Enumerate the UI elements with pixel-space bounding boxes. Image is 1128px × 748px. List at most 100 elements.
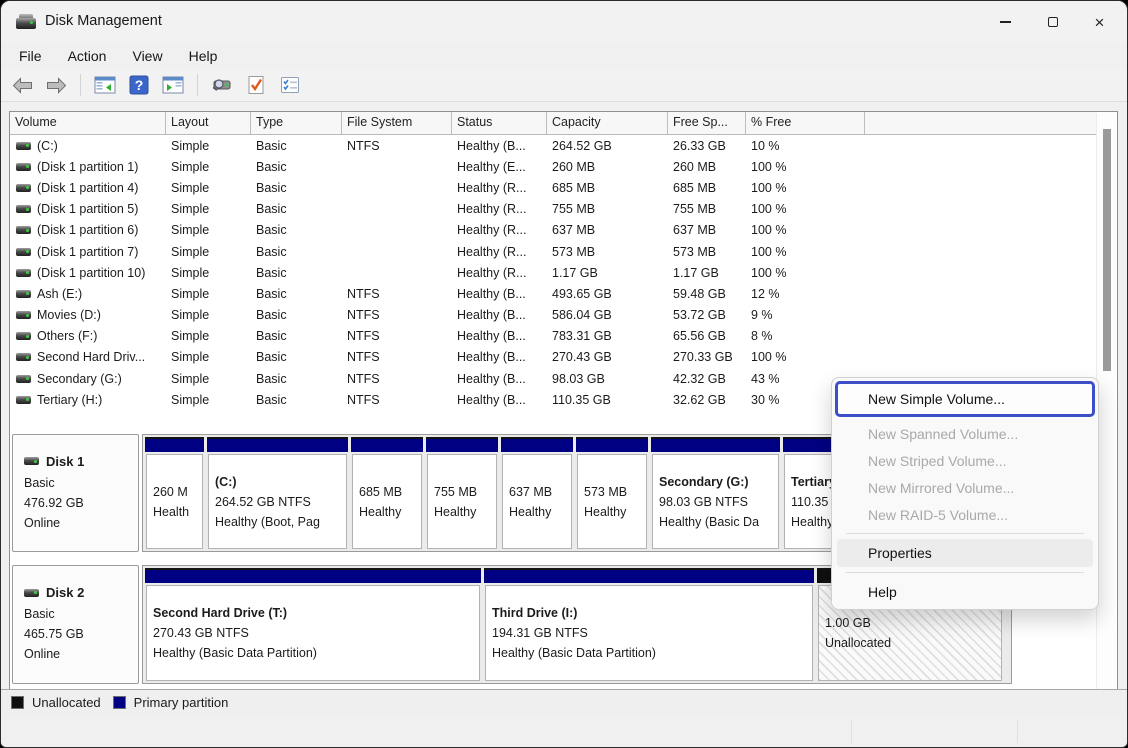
- context-menu-separator: [846, 533, 1084, 534]
- disk-size: 465.75 GB: [24, 624, 138, 644]
- cell-status: Healthy (B...: [452, 329, 547, 343]
- volume-icon: [16, 290, 31, 298]
- table-row[interactable]: (C:)SimpleBasicNTFSHealthy (B...264.52 G…: [10, 135, 1096, 156]
- table-row[interactable]: Others (F:)SimpleBasicNTFSHealthy (B...7…: [10, 326, 1096, 347]
- cell-capacity: 685 MB: [547, 181, 668, 195]
- partition-260-m[interactable]: 260 MHealth: [145, 437, 204, 549]
- status-bar: [1, 715, 1127, 748]
- partition-third-drive-i[interactable]: Third Drive (I:)194.31 GB NTFSHealthy (B…: [484, 568, 814, 681]
- partition-text-line: Healthy (Basic Data Partition): [153, 643, 473, 663]
- task-list-button[interactable]: [277, 72, 303, 98]
- cell-type: Basic: [251, 160, 342, 174]
- table-row[interactable]: (Disk 1 partition 10)SimpleBasicHealthy …: [10, 262, 1096, 283]
- table-row[interactable]: (Disk 1 partition 5)SimpleBasicHealthy (…: [10, 199, 1096, 220]
- task-list-icon: [280, 76, 300, 94]
- column-header-file-system[interactable]: File System: [342, 112, 452, 134]
- help-icon: ?: [129, 75, 149, 95]
- minimize-button[interactable]: [982, 1, 1029, 43]
- partition-text-line: Healthy: [359, 502, 415, 522]
- volume-label: Second Hard Driv...: [37, 350, 145, 364]
- cell-volume: Second Hard Driv...: [10, 350, 166, 364]
- partition-color-band: [576, 437, 648, 452]
- help-button[interactable]: ?: [126, 72, 152, 98]
- partition-body: (C:)264.52 GB NTFSHealthy (Boot, Pag: [208, 454, 347, 549]
- cell-type: Basic: [251, 223, 342, 237]
- volume-label: Others (F:): [37, 329, 97, 343]
- menu-action[interactable]: Action: [58, 46, 117, 66]
- disk-icon: [24, 589, 39, 597]
- column-header-status[interactable]: Status: [452, 112, 547, 134]
- maximize-icon: [1048, 17, 1058, 27]
- menu-help[interactable]: Help: [179, 46, 228, 66]
- column-header-free[interactable]: % Free: [746, 112, 865, 134]
- menu-view[interactable]: View: [122, 46, 172, 66]
- refresh-disk-button[interactable]: [209, 72, 235, 98]
- partition-secondary-g[interactable]: Secondary (G:)98.03 GB NTFSHealthy (Basi…: [651, 437, 780, 549]
- column-header-volume[interactable]: Volume: [10, 112, 166, 134]
- cell-type: Basic: [251, 181, 342, 195]
- disk-info-disk-2[interactable]: Disk 2Basic465.75 GBOnline: [12, 565, 139, 684]
- partition-text-line: 260 M: [153, 482, 196, 502]
- cell-free_space: 1.17 GB: [668, 266, 746, 280]
- cell-capacity: 264.52 GB: [547, 139, 668, 153]
- volume-label: (Disk 1 partition 10): [37, 266, 145, 280]
- table-row[interactable]: Second Hard Driv...SimpleBasicNTFSHealth…: [10, 347, 1096, 368]
- maximize-button[interactable]: [1029, 1, 1076, 43]
- close-button[interactable]: ×: [1076, 1, 1123, 43]
- table-row[interactable]: Ash (E:)SimpleBasicNTFSHealthy (B...493.…: [10, 283, 1096, 304]
- column-header-type[interactable]: Type: [251, 112, 342, 134]
- scrollbar-thumb[interactable]: [1103, 129, 1111, 371]
- disk-management-window: Disk Management × FileActionViewHelp ?: [0, 0, 1128, 748]
- vertical-scrollbar[interactable]: [1096, 113, 1116, 689]
- table-row[interactable]: Movies (D:)SimpleBasicNTFSHealthy (B...5…: [10, 305, 1096, 326]
- partition-755-mb[interactable]: 755 MBHealthy: [426, 437, 498, 549]
- table-row[interactable]: (Disk 1 partition 4)SimpleBasicHealthy (…: [10, 177, 1096, 198]
- menu-bar: File ActionView Help: [9, 43, 227, 69]
- partition-second-hard-drive-t[interactable]: Second Hard Drive (T:)270.43 GB NTFSHeal…: [145, 568, 481, 681]
- table-row[interactable]: (Disk 1 partition 1)SimpleBasicHealthy (…: [10, 156, 1096, 177]
- check-document-button[interactable]: [243, 72, 269, 98]
- volume-icon: [16, 205, 31, 213]
- partition-body: Secondary (G:)98.03 GB NTFSHealthy (Basi…: [652, 454, 779, 549]
- legend-bar: UnallocatedPrimary partition: [1, 689, 1127, 715]
- menu-item-new-simple-volume[interactable]: New Simple Volume...: [835, 381, 1095, 417]
- table-row[interactable]: (Disk 1 partition 6)SimpleBasicHealthy (…: [10, 220, 1096, 241]
- cell-volume: (Disk 1 partition 6): [10, 223, 166, 237]
- column-header-layout[interactable]: Layout: [166, 112, 251, 134]
- show-action-pane-button[interactable]: [160, 72, 186, 98]
- partition-text-line: Healthy (Basic Data Partition): [492, 643, 806, 663]
- partition-color-band: [351, 437, 423, 452]
- close-icon: ×: [1095, 14, 1105, 31]
- disk-info-disk-1[interactable]: Disk 1Basic476.92 GBOnline: [12, 434, 139, 552]
- partition-685-mb[interactable]: 685 MBHealthy: [351, 437, 423, 549]
- partition-color-band: [207, 437, 348, 452]
- cell-status: Healthy (R...: [452, 181, 547, 195]
- partition-text-line: 194.31 GB NTFS: [492, 623, 806, 643]
- partition-body: 260 MHealth: [146, 454, 203, 549]
- menu-item-properties[interactable]: Properties: [837, 539, 1093, 567]
- partition-573-mb[interactable]: 573 MBHealthy: [576, 437, 648, 549]
- menu-item-help[interactable]: Help: [835, 578, 1095, 606]
- column-header-capacity[interactable]: Capacity: [547, 112, 668, 134]
- column-header-free-sp[interactable]: Free Sp...: [668, 112, 746, 134]
- table-row[interactable]: (Disk 1 partition 7)SimpleBasicHealthy (…: [10, 241, 1096, 262]
- forward-icon: [46, 77, 67, 94]
- partition-body: 755 MBHealthy: [427, 454, 497, 549]
- cell-capacity: 110.35 GB: [547, 393, 668, 407]
- menu-file[interactable]: File: [9, 46, 52, 66]
- partition-body: Second Hard Drive (T:)270.43 GB NTFSHeal…: [146, 585, 480, 681]
- disk-kind: Basic: [24, 473, 138, 493]
- volume-label: Tertiary (H:): [37, 393, 102, 407]
- partition-text-line: Healthy: [509, 502, 565, 522]
- cell-type: Basic: [251, 266, 342, 280]
- cell-type: Basic: [251, 202, 342, 216]
- forward-button[interactable]: [43, 72, 69, 98]
- back-button[interactable]: [9, 72, 35, 98]
- legend-swatch: [113, 696, 126, 709]
- partition-c[interactable]: (C:)264.52 GB NTFSHealthy (Boot, Pag: [207, 437, 348, 549]
- show-action-pane-icon: [162, 76, 184, 94]
- cell-volume: (Disk 1 partition 4): [10, 181, 166, 195]
- partition-637-mb[interactable]: 637 MBHealthy: [501, 437, 573, 549]
- partition-body: 573 MBHealthy: [577, 454, 647, 549]
- show-console-tree-button[interactable]: [92, 72, 118, 98]
